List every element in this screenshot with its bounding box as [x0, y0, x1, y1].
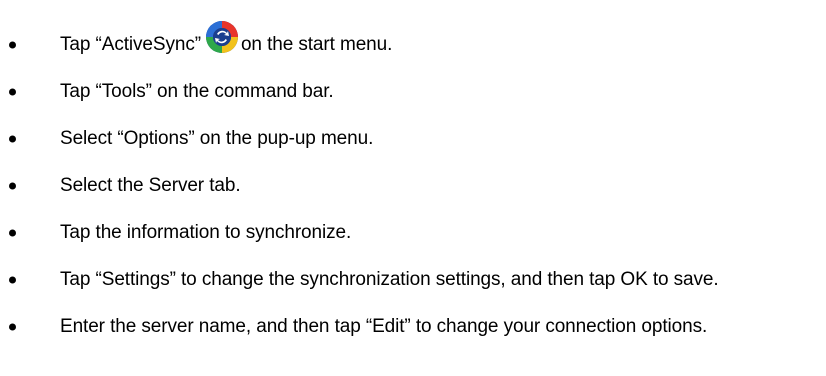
bullet-icon [9, 323, 16, 331]
instruction-text-before: Tap “ActiveSync” [60, 34, 201, 55]
bullet-icon [9, 135, 16, 143]
bullet-icon [9, 88, 16, 96]
instruction-text: Tap “ActiveSync” on the start menu. [60, 21, 393, 62]
instruction-text: Tap the information to synchronize. [60, 222, 352, 243]
instruction-text: Enter the server name, and then tap “Edi… [60, 316, 708, 337]
bullet-icon [9, 182, 16, 190]
list-item: Tap “ActiveSync” on the start menu. [0, 21, 826, 62]
bullet-icon [9, 41, 16, 49]
instruction-text: Select the Server tab. [60, 175, 241, 196]
instruction-text: Tap “Settings” to change the synchroniza… [60, 269, 719, 290]
instruction-text-after: on the start menu. [240, 34, 393, 55]
list-item: Tap the information to synchronize. [0, 218, 826, 248]
instruction-text: Tap “Tools” on the command bar. [60, 81, 334, 102]
list-item: Select the Server tab. [0, 171, 826, 201]
activesync-icon [205, 20, 239, 54]
list-item: Tap “Tools” on the command bar. [0, 77, 826, 107]
list-item: Enter the server name, and then tap “Edi… [0, 312, 826, 342]
instruction-text: Select “Options” on the pup-up menu. [60, 128, 374, 149]
list-item: Tap “Settings” to change the synchroniza… [0, 265, 826, 295]
bullet-icon [9, 276, 16, 284]
bullet-icon [9, 229, 16, 237]
list-item: Select “Options” on the pup-up menu. [0, 124, 826, 154]
